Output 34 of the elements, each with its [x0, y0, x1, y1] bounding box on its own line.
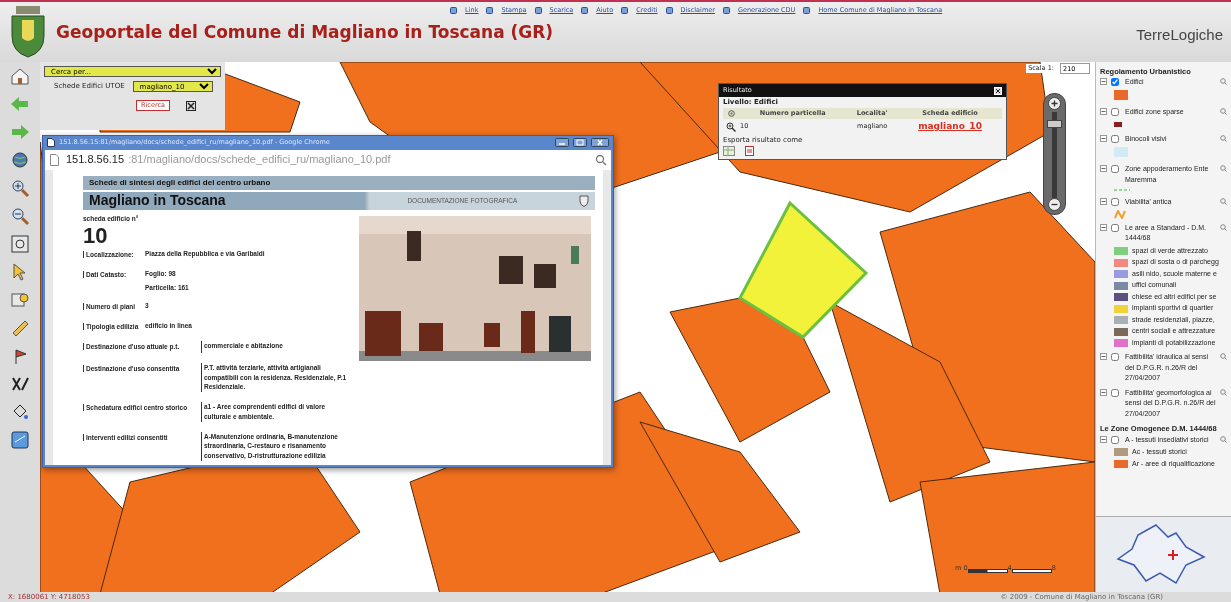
zoom-box-icon[interactable]	[10, 234, 30, 254]
info-icon[interactable]	[1220, 78, 1227, 86]
info-icon[interactable]	[1220, 435, 1227, 443]
tree-toggle-icon[interactable]	[1100, 78, 1107, 86]
layer-checkbox[interactable]	[1111, 198, 1119, 207]
info-icon[interactable]	[1220, 165, 1227, 173]
layer-checkbox[interactable]	[1111, 223, 1119, 232]
globe-icon[interactable]	[10, 150, 30, 170]
info-icon[interactable]	[1220, 108, 1227, 116]
page-title: Geoportale del Comune di Magliano in Toscana (GR)	[56, 20, 555, 44]
info-icon[interactable]	[1220, 388, 1227, 396]
home-icon[interactable]	[10, 66, 30, 86]
layer-checkbox[interactable]	[1111, 435, 1119, 444]
layer-checkbox[interactable]	[1111, 165, 1119, 174]
info-icon[interactable]	[1220, 223, 1227, 231]
info-icon[interactable]	[1220, 198, 1227, 206]
layer-checkbox[interactable]	[1111, 388, 1119, 397]
layer-checkbox[interactable]	[1111, 78, 1119, 87]
tree-toggle-icon[interactable]	[1100, 223, 1107, 231]
tree-toggle-icon[interactable]	[1100, 353, 1107, 361]
layer-checkbox[interactable]	[1111, 353, 1119, 362]
tree-toggle-icon[interactable]	[1100, 388, 1107, 396]
tree-toggle-icon[interactable]	[1100, 198, 1107, 206]
brand-logo: TerreLogiche	[1136, 25, 1223, 45]
tree-toggle-icon[interactable]	[1100, 135, 1107, 143]
layer-checkbox[interactable]	[1111, 135, 1119, 144]
crest-icon	[8, 6, 48, 58]
info-icon[interactable]	[1220, 353, 1227, 361]
layer-checkbox[interactable]	[1111, 108, 1119, 117]
ruler-icon[interactable]	[10, 318, 30, 338]
tree-toggle-icon[interactable]	[1100, 108, 1107, 116]
tree-toggle-icon[interactable]	[1100, 165, 1107, 173]
info-icon[interactable]	[1220, 135, 1227, 143]
tree-toggle-icon[interactable]	[1100, 435, 1107, 443]
